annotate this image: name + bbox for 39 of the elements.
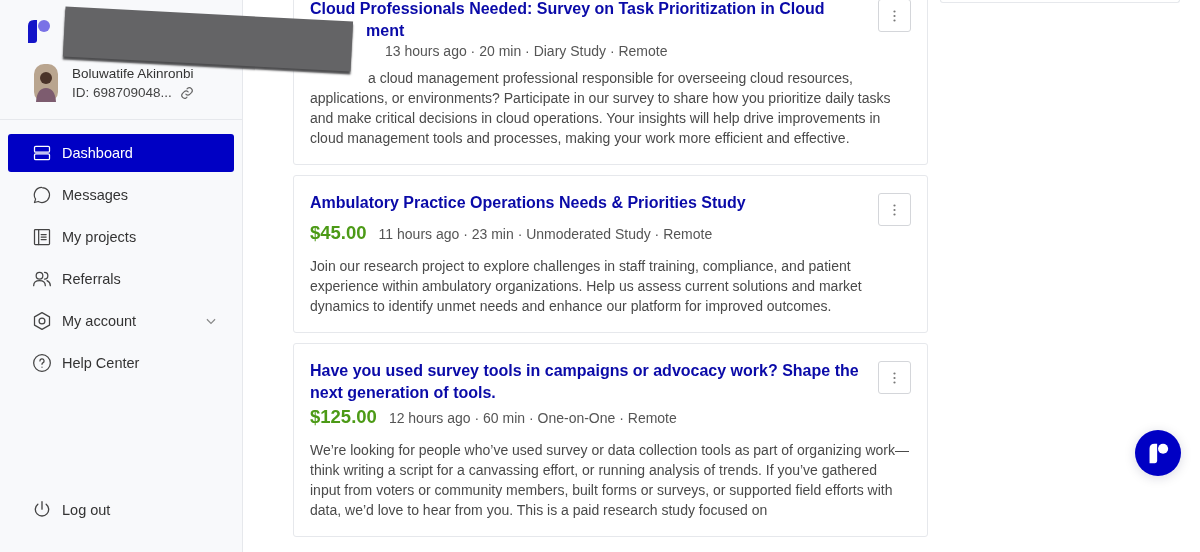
study-title[interactable]: Ambulatory Practice Operations Needs & Priorities Study — [310, 192, 746, 214]
study-description: a cloud management professional responsible for overseeing cloud resources, applications, or environments? Participate in our survey to share how you prioritize daily tasks and make critical decisions in cloud operations. Your insights will help drive improvements in cloud management tools and processes, making your work more efficient and effective. — [310, 69, 892, 148]
help-icon — [32, 353, 52, 373]
link-icon[interactable] — [179, 85, 194, 100]
study-title[interactable]: ment — [366, 20, 405, 42]
nav-item[interactable]: Help Center — [8, 344, 234, 382]
nav-item[interactable]: Messages — [8, 176, 234, 214]
more-icon — [893, 9, 896, 22]
study-description: Join our research project to explore challenges in staff training, compliance, and patient experience within ambulatory organizations. Help us assess current solutions and market dynamics to identify unmet needs and enhance our platform for improved outcomes. — [310, 257, 863, 316]
more-button[interactable] — [878, 361, 911, 394]
study-meta: 13 hours ago · 20 min · Diary Study · Remote — [385, 43, 668, 59]
more-button[interactable] — [878, 0, 911, 32]
study-title[interactable]: Cloud Professionals Needed: Survey on Task Prioritization in Cloud — [310, 0, 825, 20]
notebook-icon — [32, 227, 52, 247]
study-meta: 11 hours ago · 23 min · Unmoderated Study · Remote — [378, 226, 713, 242]
study-title[interactable]: Have you used survey tools in campaigns or advocacy work? Shape the next generation of tools. — [310, 360, 861, 404]
chat-button[interactable] — [1135, 430, 1181, 476]
logo-icon — [1147, 442, 1169, 464]
study-price: $125.00 — [310, 406, 377, 428]
study-price: $45.00 — [310, 222, 367, 244]
logout-link[interactable]: Log out — [0, 491, 242, 529]
dashboard-icon — [32, 143, 52, 163]
user-name: Boluwatife Akinronbi — [72, 66, 194, 81]
more-icon — [893, 371, 896, 384]
nav-item[interactable]: Dashboard — [8, 134, 234, 172]
study-meta: 12 hours ago · 60 min · One-on-One · Remote — [388, 410, 677, 426]
avatar — [34, 64, 58, 102]
logo-icon[interactable] — [25, 18, 51, 44]
study-description: We’re looking for people who’ve used survey or data collection tools as part of organizing work—think writing a script for a canvassing effort, or running analysis of trends. If you’ve gathered input from voters or community members, built forms or surveys, or supported field efforts with data, we’d love to hear from you. This is a paid research study focused on — [310, 441, 910, 520]
more-button[interactable] — [878, 193, 911, 226]
people-icon — [32, 269, 52, 289]
nav-item[interactable]: My projects — [8, 218, 234, 256]
nav-item[interactable]: My account — [8, 302, 234, 340]
power-icon — [32, 500, 52, 520]
chat-icon — [32, 185, 52, 205]
more-icon — [893, 203, 896, 216]
user-id: ID: 698709048... — [72, 85, 172, 100]
hexagon-icon — [32, 311, 52, 331]
nav-item[interactable]: Referrals — [8, 260, 234, 298]
